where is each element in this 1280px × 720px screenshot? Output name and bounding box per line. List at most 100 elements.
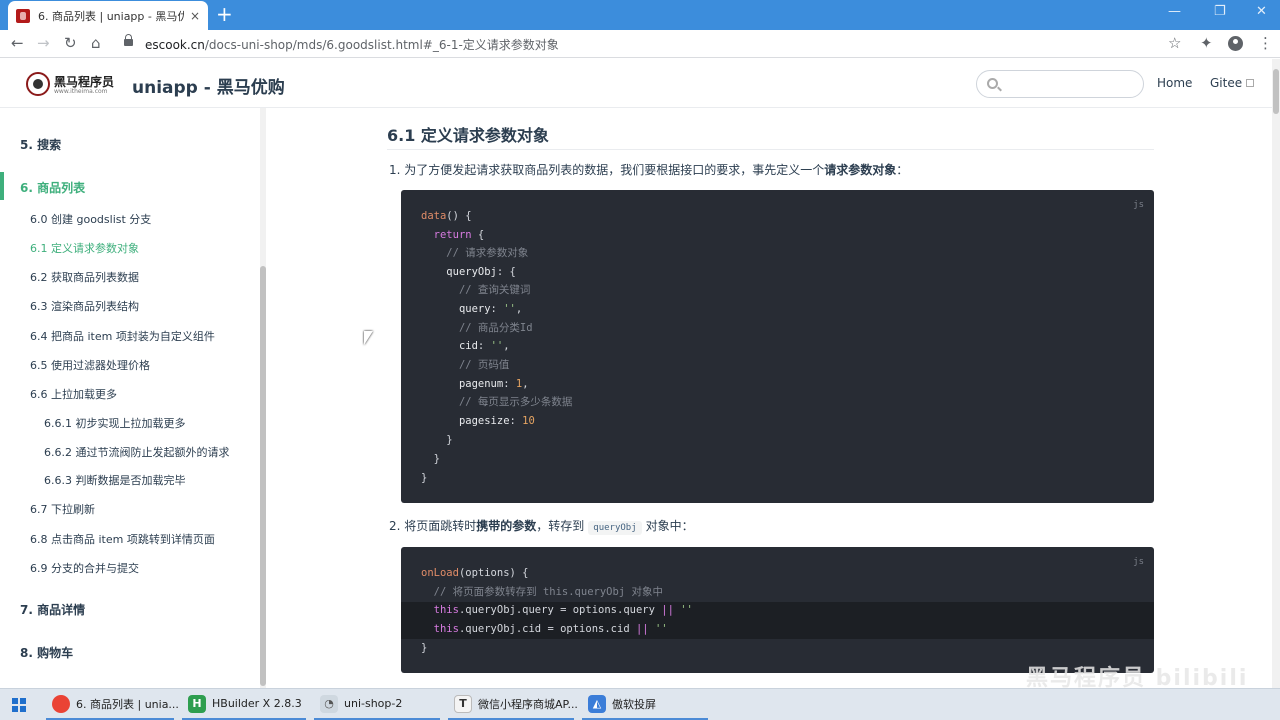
taskbar-item-apowermirror[interactable]: ◭ 傲软投屏 bbox=[582, 689, 708, 720]
reload-icon[interactable]: ↻ bbox=[64, 34, 77, 52]
sidebar-item-6-6-3[interactable]: 6.6.3 判断数据是否加载完毕 bbox=[44, 472, 186, 488]
step-2-prefix: 2. 将页面跳转时 bbox=[389, 519, 477, 533]
code-line: // 请求参数对象 bbox=[446, 247, 529, 259]
close-window-button[interactable]: ✕ bbox=[1256, 4, 1267, 19]
code-line: onLoad(options) { bbox=[421, 567, 529, 579]
wechat-devtools-icon: ◔ bbox=[320, 694, 338, 713]
windows-start-icon[interactable] bbox=[12, 698, 26, 712]
sidebar-active-indicator bbox=[0, 172, 4, 200]
sidebar-item-6-2[interactable]: 6.2 获取商品列表数据 bbox=[30, 269, 139, 285]
code-lang-label: js bbox=[1133, 557, 1144, 567]
search-input[interactable] bbox=[1005, 75, 1135, 93]
code-line: // 每页显示多少条数据 bbox=[458, 396, 573, 408]
code-line: // 将页面参数转存到 this.queryObj 对象中 bbox=[433, 586, 663, 598]
apowermirror-icon: ◭ bbox=[588, 694, 606, 713]
taskbar-item-typora[interactable]: T 微信小程序商城AP... bbox=[448, 689, 578, 720]
sidebar-item-6-6[interactable]: 6.6 上拉加载更多 bbox=[30, 386, 117, 402]
address-bar: ← → ↻ ⌂ escook.cn/docs-uni-shop/mds/6.go… bbox=[0, 30, 1280, 58]
browser-tab[interactable]: 6. 商品列表 | uniapp - 黑马优购 × bbox=[8, 1, 208, 30]
code-line: pagenum: 1, bbox=[458, 378, 529, 390]
heading-divider bbox=[387, 149, 1154, 150]
star-icon[interactable]: ☆ bbox=[1168, 34, 1181, 52]
taskbar-item-label: 微信小程序商城AP... bbox=[478, 697, 578, 711]
main-content: 6.1 定义请求参数对象 1. 为了方便发起请求获取商品列表的数据，我们要根据接… bbox=[267, 108, 1272, 688]
taskbar-item-chrome[interactable]: 6. 商品列表 | unia... bbox=[46, 689, 179, 720]
code-line: pagesize: 10 bbox=[458, 415, 535, 427]
code-line: // 查询关键词 bbox=[458, 284, 531, 296]
sidebar-item-6-3[interactable]: 6.3 渲染商品列表结构 bbox=[30, 298, 139, 314]
code-lang-label: js bbox=[1133, 200, 1144, 210]
sidebar-scrollbar[interactable] bbox=[260, 108, 266, 688]
taskbar-item-label: HBuilder X 2.8.3 bbox=[212, 697, 302, 710]
code-line: // 页码值 bbox=[458, 359, 510, 371]
url-path: /docs-uni-shop/mds/6.goodslist.html#_6-1… bbox=[204, 38, 559, 52]
sidebar-item-6-6-1[interactable]: 6.6.1 初步实现上拉加载更多 bbox=[44, 415, 186, 431]
taskbar-item-label: 6. 商品列表 | unia... bbox=[76, 697, 179, 711]
url-field[interactable]: escook.cn/docs-uni-shop/mds/6.goodslist.… bbox=[145, 36, 559, 53]
profile-icon[interactable] bbox=[1228, 36, 1243, 51]
taskbar-item-wechat-devtools[interactable]: ◔ uni-shop-2 bbox=[314, 689, 440, 720]
sidebar-item-6-0[interactable]: 6.0 创建 goodslist 分支 bbox=[30, 211, 151, 227]
lock-icon[interactable] bbox=[124, 34, 133, 46]
browser-tabstrip: 6. 商品列表 | uniapp - 黑马优购 × + — ❐ ✕ bbox=[0, 0, 1280, 30]
nav-link-gitee-label: Gitee bbox=[1210, 76, 1243, 90]
minimize-button[interactable]: — bbox=[1168, 4, 1181, 19]
step-1-suffix: ： bbox=[896, 163, 909, 177]
tab-title: 6. 商品列表 | uniapp - 黑马优购 bbox=[38, 9, 184, 23]
sidebar-item-6-9[interactable]: 6.9 分支的合并与提交 bbox=[30, 560, 139, 576]
chrome-icon bbox=[52, 694, 70, 713]
sidebar-item-6-6-2[interactable]: 6.6.2 通过节流阀防止发起额外的请求 bbox=[44, 444, 229, 460]
sidebar: 5. 搜索 6. 商品列表 6.0 创建 goodslist 分支 6.1 定义… bbox=[0, 108, 266, 688]
sidebar-group-cart[interactable]: 8. 购物车 bbox=[20, 644, 73, 661]
step-2-suffix: 对象中： bbox=[645, 519, 694, 533]
step-2-middle: ，转存到 bbox=[536, 519, 585, 533]
page-scrollbar[interactable] bbox=[1272, 59, 1280, 688]
typora-icon: T bbox=[454, 694, 472, 713]
site-name[interactable]: uniapp - 黑马优购 bbox=[132, 73, 285, 98]
search-icon bbox=[987, 78, 998, 89]
sidebar-item-6-8[interactable]: 6.8 点击商品 item 项跳转到详情页面 bbox=[30, 531, 215, 547]
sidebar-item-6-1[interactable]: 6.1 定义请求参数对象 bbox=[30, 240, 139, 256]
restore-button[interactable]: ❐ bbox=[1214, 4, 1226, 19]
inline-code-queryobj: queryObj bbox=[588, 521, 642, 535]
tab-close-icon[interactable]: × bbox=[190, 9, 200, 23]
code-line: } bbox=[421, 642, 428, 654]
sidebar-group-search[interactable]: 5. 搜索 bbox=[20, 136, 61, 153]
forward-icon[interactable]: → bbox=[37, 34, 50, 52]
step-1-prefix: 1. 为了方便发起请求获取商品列表的数据，我们要根据接口的要求，事先定义一个 bbox=[389, 163, 825, 177]
sidebar-item-6-7[interactable]: 6.7 下拉刷新 bbox=[30, 501, 95, 517]
step-2-bold: 携带的参数 bbox=[476, 519, 537, 533]
extensions-icon[interactable]: ✦ bbox=[1200, 34, 1213, 52]
sidebar-item-6-4[interactable]: 6.4 把商品 item 项封装为自定义组件 bbox=[30, 328, 215, 344]
page-scrollbar-thumb[interactable] bbox=[1273, 69, 1279, 114]
site-logo[interactable]: 黑马程序员 www.itheima.com bbox=[26, 71, 116, 97]
code-block-data: js data() { return { // 请求参数对象 queryObj:… bbox=[401, 190, 1154, 503]
sidebar-group-goodsdetail[interactable]: 7. 商品详情 bbox=[20, 601, 85, 618]
sidebar-group-goodslist[interactable]: 6. 商品列表 bbox=[20, 179, 85, 196]
search-box[interactable] bbox=[976, 70, 1144, 98]
code-line: cid: '', bbox=[458, 340, 510, 352]
code-line: queryObj: { bbox=[446, 266, 516, 278]
menu-icon[interactable]: ⋮ bbox=[1258, 34, 1273, 52]
home-icon[interactable]: ⌂ bbox=[91, 34, 101, 52]
code-line: } bbox=[421, 453, 440, 465]
code-line: } bbox=[421, 472, 428, 484]
taskbar-item-label: 傲软投屏 bbox=[612, 697, 656, 711]
site-favicon-icon bbox=[16, 8, 30, 23]
sidebar-item-6-5[interactable]: 6.5 使用过滤器处理价格 bbox=[30, 357, 150, 373]
nav-link-gitee[interactable]: Gitee bbox=[1210, 76, 1255, 90]
taskbar: 6. 商品列表 | unia... H HBuilder X 2.8.3 ◔ u… bbox=[0, 688, 1280, 720]
step-1-text: 1. 为了方便发起请求获取商品列表的数据，我们要根据接口的要求，事先定义一个请求… bbox=[389, 161, 908, 178]
taskbar-item-label: uni-shop-2 bbox=[344, 697, 403, 710]
back-icon[interactable]: ← bbox=[11, 34, 24, 52]
step-2-text: 2. 将页面跳转时携带的参数，转存到 queryObj 对象中： bbox=[389, 517, 694, 535]
code-line: return { bbox=[433, 229, 485, 241]
nav-link-home[interactable]: Home bbox=[1157, 76, 1192, 90]
code-line: query: '', bbox=[458, 303, 523, 315]
step-1-bold: 请求参数对象 bbox=[824, 163, 897, 177]
external-link-icon bbox=[1246, 79, 1255, 87]
logo-mark-icon bbox=[26, 72, 50, 96]
new-tab-button[interactable]: + bbox=[216, 4, 233, 24]
taskbar-item-hbuilder[interactable]: H HBuilder X 2.8.3 bbox=[182, 689, 306, 720]
sidebar-scrollbar-thumb[interactable] bbox=[260, 266, 266, 686]
